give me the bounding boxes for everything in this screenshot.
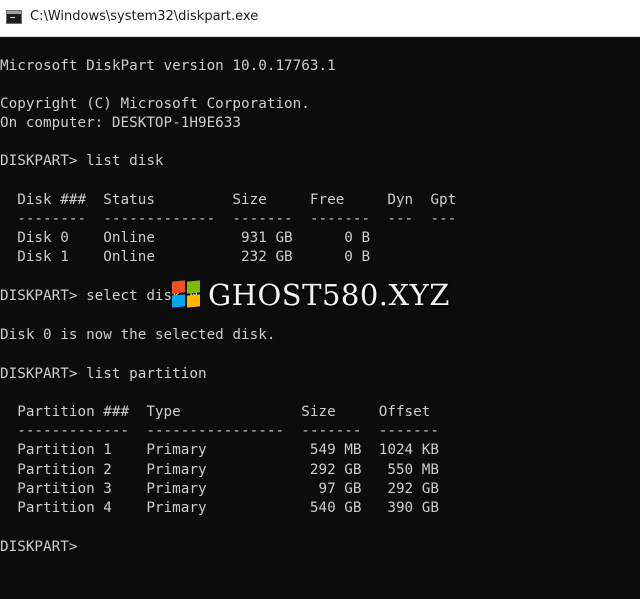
console-line: Partition 4 Primary 540 GB 390 GB [0,500,439,516]
windows-logo-icon [172,280,202,309]
console-line: ------------- ---------------- ------- -… [0,423,439,439]
watermark: GHOST580.XYZ [172,278,450,312]
console-icon [6,10,22,24]
title-bar[interactable]: C:\Windows\system32\diskpart.exe [0,0,640,37]
console-line: DISKPART> list disk [0,153,164,169]
console-line: Disk ### Status Size Free Dyn Gpt [0,192,457,208]
console-line: Partition 3 Primary 97 GB 292 GB [0,481,439,497]
window-title: C:\Windows\system32\diskpart.exe [30,9,259,24]
console-window: C:\Windows\system32\diskpart.exe Microso… [0,0,640,599]
console-line: Disk 0 Online 931 GB 0 B [0,230,371,246]
console-line: -------- ------------- ------- ------- -… [0,211,457,227]
console-line: On computer: DESKTOP-1H9E633 [0,115,242,131]
console-line: Disk 0 is now the selected disk. [0,327,276,343]
console-line: Partition 1 Primary 549 MB 1024 KB [0,442,439,458]
console-line: Partition 2 Primary 292 GB 550 MB [0,462,439,478]
console-line: Microsoft DiskPart version 10.0.17763.1 [0,58,336,74]
console-line: Copyright (C) Microsoft Corporation. [0,96,310,112]
console-line: Disk 1 Online 232 GB 0 B [0,249,371,265]
console-line: DISKPART> [0,539,87,555]
console-line: Partition ### Type Size Offset [0,404,431,420]
watermark-text: GHOST580.XYZ [208,278,450,312]
console-line: DISKPART> list partition [0,366,207,382]
console-output[interactable]: Microsoft DiskPart version 10.0.17763.1 … [0,38,640,599]
console-line: DISKPART> select disk 0 [0,288,198,304]
